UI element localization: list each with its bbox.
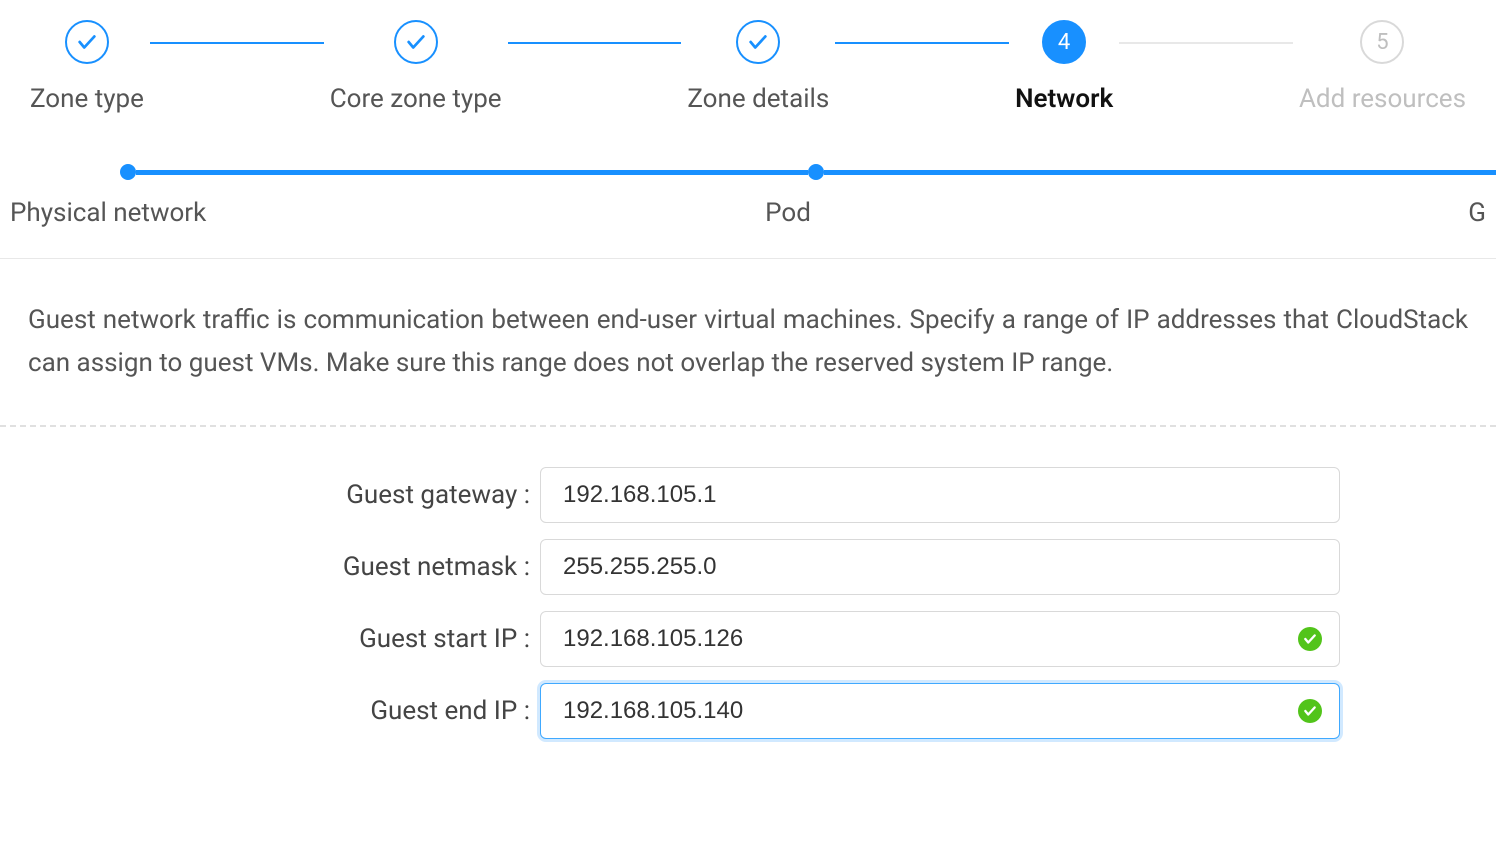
step-number-icon: 4 [1042,20,1086,64]
step-number-icon: 5 [1360,20,1404,64]
valid-check-icon [1298,699,1322,723]
step-connector [150,42,324,44]
wizard-sub-step-labels: Physical network Pod G [0,190,1496,258]
label-guest-netmask: Guest netmask : [0,552,540,582]
input-guest-end-ip[interactable] [540,683,1340,739]
step-label: Core zone type [330,84,502,114]
guest-ip-form: Guest gateway : Guest netmask : Guest st… [0,427,1496,739]
substep-label-pod: Pod [475,198,1020,228]
step-core-zone-type[interactable]: Core zone type [330,20,502,114]
step-zone-type[interactable]: Zone type [30,20,144,114]
check-icon [736,20,780,64]
guest-traffic-description: Guest network traffic is communication b… [0,259,1496,425]
step-add-resources[interactable]: 5 Add resources [1299,20,1466,114]
step-connector [835,42,1009,44]
substep-connector [824,170,1496,175]
step-label: Zone details [687,84,829,114]
label-guest-end-ip: Guest end IP : [0,696,540,726]
substep-node-physical-network[interactable] [120,164,136,180]
step-label: Zone type [30,84,144,114]
check-icon [394,20,438,64]
wizard-main-steps: Zone type Core zone type Zone details 4 … [0,0,1496,124]
substep-node-pod[interactable] [808,164,824,180]
form-row-guest-gateway: Guest gateway : [0,467,1496,523]
step-network[interactable]: 4 Network [1015,20,1113,114]
control-guest-start-ip [540,611,1340,667]
form-row-guest-netmask: Guest netmask : [0,539,1496,595]
step-label: Add resources [1299,84,1466,114]
form-row-guest-end-ip: Guest end IP : [0,683,1496,739]
step-connector [508,42,682,44]
control-guest-netmask [540,539,1340,595]
step-label: Network [1015,84,1113,114]
control-guest-gateway [540,467,1340,523]
substep-label-physical-network: Physical network [10,198,475,228]
valid-check-icon [1298,627,1322,651]
label-guest-start-ip: Guest start IP : [0,624,540,654]
input-guest-netmask[interactable] [540,539,1340,595]
wizard-sub-steps [0,124,1496,190]
step-connector [1119,42,1293,44]
control-guest-end-ip [540,683,1340,739]
check-icon [65,20,109,64]
substep-connector [136,170,808,175]
label-guest-gateway: Guest gateway : [0,480,540,510]
form-row-guest-start-ip: Guest start IP : [0,611,1496,667]
input-guest-gateway[interactable] [540,467,1340,523]
input-guest-start-ip[interactable] [540,611,1340,667]
step-zone-details[interactable]: Zone details [687,20,829,114]
substep-label-guest: G [1021,198,1486,228]
